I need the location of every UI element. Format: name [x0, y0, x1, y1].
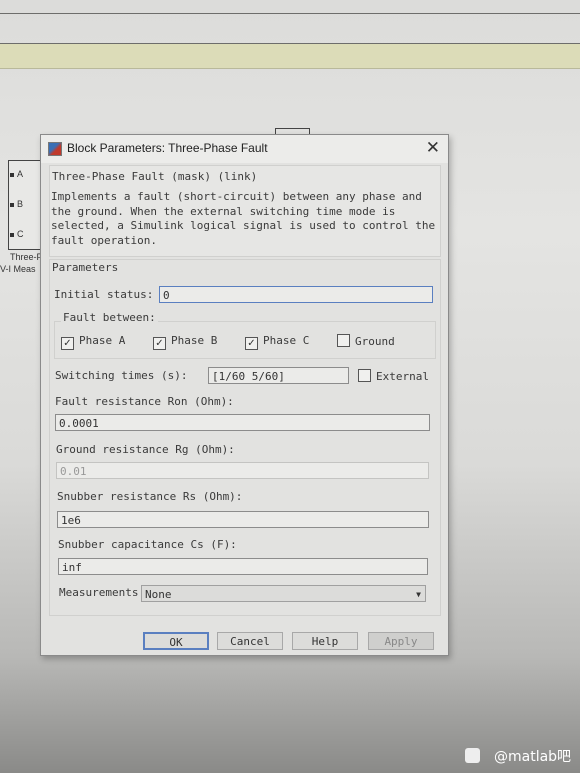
initial-status-input[interactable]: 0 — [159, 286, 433, 303]
phase-a-label: Phase A — [79, 334, 126, 347]
ground-checkbox[interactable]: Ground — [337, 334, 395, 348]
initial-status-label: Initial status: — [54, 288, 154, 301]
fault-resistance-label: Fault resistance Ron (Ohm): — [55, 395, 234, 408]
phase-a-checkbox[interactable]: ✓ Phase A — [61, 334, 125, 350]
measurements-value: None — [145, 588, 172, 601]
block-name-line1: Three-F — [10, 252, 43, 262]
checkbox-empty-icon — [337, 334, 350, 347]
port-b-label: B — [10, 199, 23, 209]
dialog-title: Block Parameters: Three-Phase Fault — [67, 141, 268, 155]
fault-resistance-input[interactable]: 0.0001 — [55, 414, 430, 431]
ground-label: Ground — [355, 335, 395, 348]
block-name-line2: V-I Meas — [0, 264, 36, 274]
snubber-capacitance-label: Snubber capacitance Cs (F): — [58, 538, 237, 551]
close-icon[interactable]: ✕ — [426, 138, 440, 158]
fault-between-label: Fault between: — [61, 311, 158, 324]
block-parameters-dialog: Block Parameters: Three-Phase Fault ✕ Th… — [40, 134, 449, 656]
phase-c-checkbox[interactable]: ✓ Phase C — [245, 334, 309, 350]
switching-times-label: Switching times (s): — [55, 369, 188, 382]
snubber-capacitance-input[interactable]: inf — [58, 558, 428, 575]
window-border-line — [0, 13, 580, 14]
mask-header: Three-Phase Fault (mask) (link) — [52, 170, 258, 183]
tieba-logo-icon — [465, 748, 480, 763]
watermark-text: @matlab吧 — [494, 749, 572, 765]
snubber-resistance-input[interactable]: 1e6 — [57, 511, 429, 528]
switching-times-input[interactable]: [1/60 5/60] — [208, 367, 349, 384]
ok-button[interactable]: OK — [143, 632, 209, 650]
dropdown-arrow-icon: ▼ — [416, 590, 421, 599]
measurements-select[interactable]: None ▼ — [141, 585, 426, 602]
snubber-resistance-label: Snubber resistance Rs (Ohm): — [57, 490, 243, 503]
checkmark-icon: ✓ — [245, 337, 258, 350]
simulink-app-icon — [48, 142, 62, 156]
phase-b-checkbox[interactable]: ✓ Phase B — [153, 334, 217, 350]
description-text: Implements a fault (short-circuit) betwe… — [51, 190, 436, 247]
phase-c-label: Phase C — [263, 334, 310, 347]
external-label: External — [376, 370, 429, 383]
cancel-button[interactable]: Cancel — [217, 632, 283, 650]
ground-resistance-label: Ground resistance Rg (Ohm): — [56, 443, 235, 456]
info-bar — [0, 44, 580, 69]
checkmark-icon: ✓ — [153, 337, 166, 350]
ground-resistance-input: 0.01 — [56, 462, 429, 479]
title-bar[interactable]: Block Parameters: Three-Phase Fault ✕ — [41, 135, 448, 163]
apply-button[interactable]: Apply — [368, 632, 434, 650]
phase-b-label: Phase B — [171, 334, 218, 347]
checkbox-empty-icon — [358, 369, 371, 382]
external-checkbox[interactable]: External — [358, 369, 429, 383]
port-c-label: C — [10, 229, 24, 239]
parameters-label: Parameters — [52, 261, 119, 274]
checkmark-icon: ✓ — [61, 337, 74, 350]
help-button[interactable]: Help — [292, 632, 358, 650]
port-a-label: A — [10, 169, 23, 179]
measurements-label: Measurements — [59, 586, 139, 599]
simulink-block-vi-measurement[interactable]: A B C — [8, 160, 44, 250]
